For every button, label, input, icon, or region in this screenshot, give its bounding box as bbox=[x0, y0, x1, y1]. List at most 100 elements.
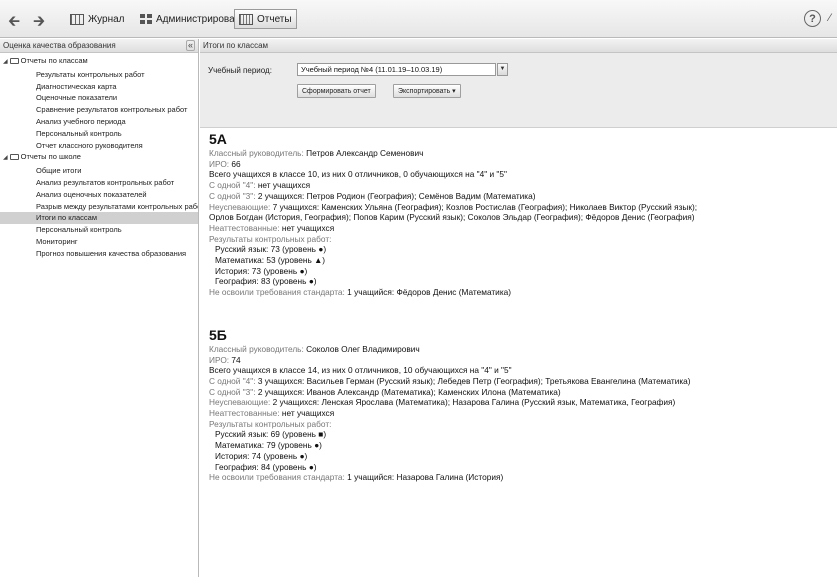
result-item-value: Русский язык: 73 (уровень ●) bbox=[215, 244, 327, 255]
result-item: Русский язык: 73 (уровень ●) bbox=[209, 244, 837, 255]
unattested-line-label: Неаттестованные: bbox=[209, 408, 280, 419]
expand-triangle-icon[interactable]: ◢ bbox=[3, 59, 8, 65]
forward-arrow-icon[interactable]: 🡲 bbox=[33, 11, 45, 36]
tree-item[interactable]: Персональный контроль bbox=[0, 224, 198, 236]
tree-item[interactable]: Разрыв между результатами контрольных ра… bbox=[0, 201, 198, 213]
main-title: Итоги по классам bbox=[203, 41, 269, 50]
unattested-line: Неаттестованные: нет учащихся bbox=[209, 408, 837, 419]
help-icon[interactable]: ? bbox=[804, 10, 821, 27]
tree-item[interactable]: Общие итоги bbox=[0, 165, 198, 177]
tree-item[interactable]: Результаты контрольных работ bbox=[0, 69, 198, 81]
top-toolbar: 🡰 🡲 Журнал Администрирование Отчеты ? ⁄ bbox=[0, 0, 837, 38]
failing-continuation: Орлов Богдан (История, География); Попов… bbox=[209, 212, 837, 223]
class-teacher-value: Петров Александр Семенович bbox=[306, 148, 424, 158]
class-title: 5А bbox=[209, 131, 227, 147]
one-three-line-value: 2 учащихся: Иванов Александр (Математика… bbox=[257, 386, 561, 397]
result-item: Русский язык: 69 (уровень ■) bbox=[209, 429, 837, 440]
standard-failed-line-value: 1 учащийся: Назарова Галина (История) bbox=[347, 472, 504, 483]
tree-item[interactable]: Оценочные показатели bbox=[0, 92, 198, 104]
generate-report-button[interactable]: Сформировать отчет bbox=[297, 84, 376, 98]
results-header-label: Результаты контрольных работ: bbox=[209, 418, 332, 429]
sidebar-title: Оценка качества образования bbox=[3, 41, 116, 50]
period-label: Учебный период: bbox=[208, 66, 272, 75]
one-four-line: С одной "4": 3 учащихся: Васильев Герман… bbox=[209, 376, 837, 387]
class-teacher: Классный руководитель: Соколов Олег Влад… bbox=[209, 344, 837, 355]
one-three-line-label: С одной "3": bbox=[209, 386, 256, 397]
journal-label: Журнал bbox=[88, 13, 125, 25]
back-arrow-icon[interactable]: 🡰 bbox=[8, 11, 20, 36]
tree-item[interactable]: Итоги по классам bbox=[0, 212, 198, 225]
one-four-line-value: нет учащихся bbox=[257, 180, 311, 191]
one-four-line-label: С одной "4": bbox=[209, 375, 256, 386]
standard-failed-line-label: Не освоили требования стандарта: bbox=[209, 472, 345, 483]
failing-line: Неуспевающие: 2 учащихся: Ленская Яросла… bbox=[209, 397, 837, 408]
period-select[interactable]: Учебный период №4 (11.01.19–10.03.19) bbox=[297, 63, 496, 76]
tree-item[interactable]: Прогноз повышения качества образования bbox=[0, 248, 198, 260]
tree-item[interactable]: Анализ оценочных показателей bbox=[0, 189, 198, 201]
reports-button[interactable]: Отчеты bbox=[234, 9, 297, 29]
export-button[interactable]: Экспортировать ▾ bbox=[393, 84, 461, 98]
chevron-down-icon[interactable]: ▼ bbox=[497, 63, 508, 76]
one-three-line-label: С одной "3": bbox=[209, 190, 256, 201]
unattested-line-value: нет учащихся bbox=[281, 222, 335, 233]
sidebar-header: Оценка качества образования « bbox=[0, 39, 198, 53]
result-item-value: География: 84 (уровень ●) bbox=[215, 461, 317, 472]
result-item: История: 74 (уровень ●) bbox=[209, 451, 837, 462]
tree-item[interactable]: Персональный контроль bbox=[0, 128, 198, 140]
reports-icon bbox=[239, 13, 253, 25]
tree-item[interactable]: Диагностическая карта bbox=[0, 81, 198, 93]
filter-area: Учебный период: Учебный период №4 (11.01… bbox=[200, 53, 837, 128]
journal-icon bbox=[70, 13, 84, 25]
ipo-value-line: ИРО: 74 bbox=[209, 355, 837, 366]
result-item-value: История: 73 (уровень ●) bbox=[215, 265, 308, 276]
journal-button[interactable]: Журнал bbox=[66, 9, 129, 29]
tree-folder[interactable]: ◢ Отчеты по классам bbox=[0, 55, 198, 69]
total-students: Всего учащихся в классе 10, из них 0 отл… bbox=[209, 169, 837, 180]
folder-icon bbox=[9, 154, 19, 161]
tree-item[interactable]: Анализ результатов контрольных работ bbox=[0, 177, 198, 189]
one-three-line: С одной "3": 2 учащихся: Петров Родион (… bbox=[209, 191, 837, 202]
ipo-value-line: ИРО: 66 bbox=[209, 159, 837, 170]
folder-icon bbox=[9, 58, 19, 64]
main-panel: Итоги по классам Учебный период: Учебный… bbox=[200, 39, 837, 577]
result-item: География: 83 (уровень ●) bbox=[209, 276, 837, 287]
result-item: Математика: 79 (уровень ●) bbox=[209, 440, 837, 451]
failing-line: Неуспевающие: 7 учащихся: Каменских Улья… bbox=[209, 202, 837, 213]
tree-folder[interactable]: ◢ Отчеты по школе bbox=[0, 151, 198, 165]
result-item-value: История: 74 (уровень ●) bbox=[215, 450, 308, 461]
results-header: Результаты контрольных работ: bbox=[209, 419, 837, 430]
result-item: История: 73 (уровень ●) bbox=[209, 266, 837, 277]
ipo-value-line-value: 74 bbox=[231, 354, 241, 365]
expand-triangle-icon[interactable]: ◢ bbox=[3, 155, 8, 161]
main-header: Итоги по классам bbox=[200, 39, 837, 53]
total-students-value: Всего учащихся в классе 10, из них 0 отл… bbox=[209, 169, 507, 180]
tree-item[interactable]: Анализ учебного периода bbox=[0, 116, 198, 128]
class-teacher-label: Классный руководитель: bbox=[209, 148, 304, 158]
failing-line-value: 2 учащихся: Ленская Ярослава (Математика… bbox=[272, 397, 676, 408]
result-item-value: География: 83 (уровень ●) bbox=[215, 276, 317, 287]
result-item: Математика: 53 (уровень ▲) bbox=[209, 255, 837, 266]
tree-item[interactable]: Отчет классного руководителя bbox=[0, 140, 198, 152]
reports-label: Отчеты bbox=[257, 13, 292, 25]
collapse-icon[interactable]: « bbox=[185, 40, 195, 51]
tree-item[interactable]: Мониторинг bbox=[0, 236, 198, 248]
one-three-line: С одной "3": 2 учащихся: Иванов Александ… bbox=[209, 387, 837, 398]
one-four-line-value: 3 учащихся: Васильев Герман (Русский язы… bbox=[257, 375, 691, 386]
failing-continuation-value: Орлов Богдан (История, География); Попов… bbox=[209, 212, 695, 223]
help-glyph: ? bbox=[809, 12, 816, 25]
tree-item[interactable]: Сравнение результатов контрольных работ bbox=[0, 104, 198, 116]
ipo-value-line-label: ИРО: bbox=[209, 354, 230, 365]
class-title: 5Б bbox=[209, 326, 227, 343]
one-three-line-value: 2 учащихся: Петров Родион (География); С… bbox=[257, 190, 536, 201]
one-four-line: С одной "4": нет учащихся bbox=[209, 180, 837, 191]
ipo-value-line-value: 66 bbox=[231, 158, 241, 169]
sidebar: Оценка качества образования « ◢ Отчеты по… bbox=[0, 39, 199, 577]
failing-line-label: Неуспевающие: bbox=[209, 397, 271, 408]
one-four-line-label: С одной "4": bbox=[209, 180, 256, 191]
report-tree: ◢ Отчеты по классам Результаты контрольных… bbox=[0, 53, 198, 260]
unattested-line-label: Неаттестованные: bbox=[209, 222, 280, 233]
result-item-value: Математика: 53 (уровень ▲) bbox=[215, 255, 326, 266]
standard-failed-line-value: 1 учащийся: Фёдоров Денис (Математика) bbox=[347, 287, 512, 298]
total-students-value: Всего учащихся в классе 14, из них 0 отл… bbox=[209, 365, 512, 376]
